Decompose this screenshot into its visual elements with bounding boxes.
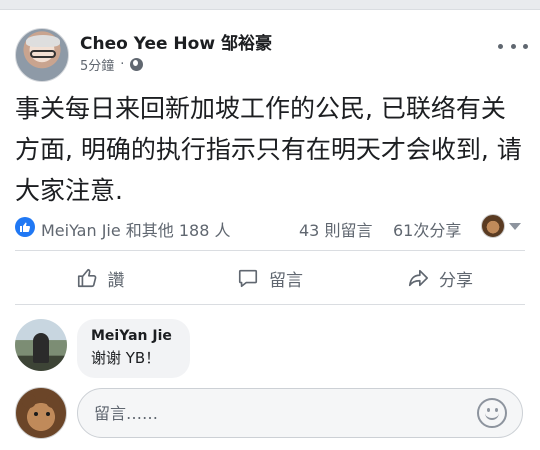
current-user-avatar: [15, 387, 67, 439]
like-reaction-icon: [15, 217, 35, 237]
action-bar: 讚 留言 分享: [15, 257, 525, 299]
reaction-summary[interactable]: MeiYan Jie 和其他 188 人: [41, 217, 231, 241]
divider: [15, 250, 525, 251]
reactions-bar: MeiYan Jie 和其他 188 人 43 則留言 61次分享: [15, 214, 525, 240]
comment-count[interactable]: 43 則留言: [299, 217, 372, 241]
comment-bubble[interactable]: MeiYan Jie 谢谢 YB！: [77, 319, 190, 378]
top-strip: [0, 0, 540, 10]
chevron-down-icon[interactable]: [509, 223, 521, 230]
commenter-avatar[interactable]: [15, 319, 67, 371]
avatar-hair: [26, 35, 60, 47]
comment-icon: [238, 269, 258, 288]
comment-button[interactable]: 留言: [185, 257, 355, 299]
share-label: 分享: [439, 270, 473, 291]
share-arrow-icon: [408, 269, 428, 287]
meta-separator: ·: [120, 57, 125, 72]
divider: [15, 304, 525, 305]
post-meta: 5分鐘 ·: [80, 55, 144, 74]
post-time[interactable]: 5分鐘: [80, 55, 114, 74]
like-label: 讚: [107, 270, 125, 291]
post-header: Cheo Yee How 邹裕豪 5分鐘 ·: [0, 10, 540, 88]
comment-item: MeiYan Jie 谢谢 YB！: [15, 319, 525, 379]
avatar-glasses: [30, 50, 56, 58]
comment-input[interactable]: [77, 388, 523, 438]
viewer-avatar[interactable]: [481, 214, 505, 238]
emoji-icon[interactable]: [477, 398, 507, 428]
comment-text: 谢谢 YB！: [91, 349, 161, 367]
globe-icon: [130, 58, 144, 71]
comment-composer: [15, 385, 525, 441]
share-button[interactable]: 分享: [355, 257, 525, 299]
share-count[interactable]: 61次分享: [393, 217, 461, 241]
comment-label: 留言: [269, 270, 303, 291]
commenter-name[interactable]: MeiYan Jie: [91, 328, 172, 344]
more-options-icon[interactable]: [498, 38, 528, 54]
thumbs-up-icon: [77, 268, 96, 288]
like-button[interactable]: 讚: [15, 257, 185, 299]
post-text: 事关每日来回新加坡工作的公民, 已联络有关方面, 明确的执行指示只有在明天才会收…: [15, 94, 522, 205]
author-avatar[interactable]: [15, 28, 69, 82]
author-name[interactable]: Cheo Yee How 邹裕豪: [80, 29, 272, 54]
